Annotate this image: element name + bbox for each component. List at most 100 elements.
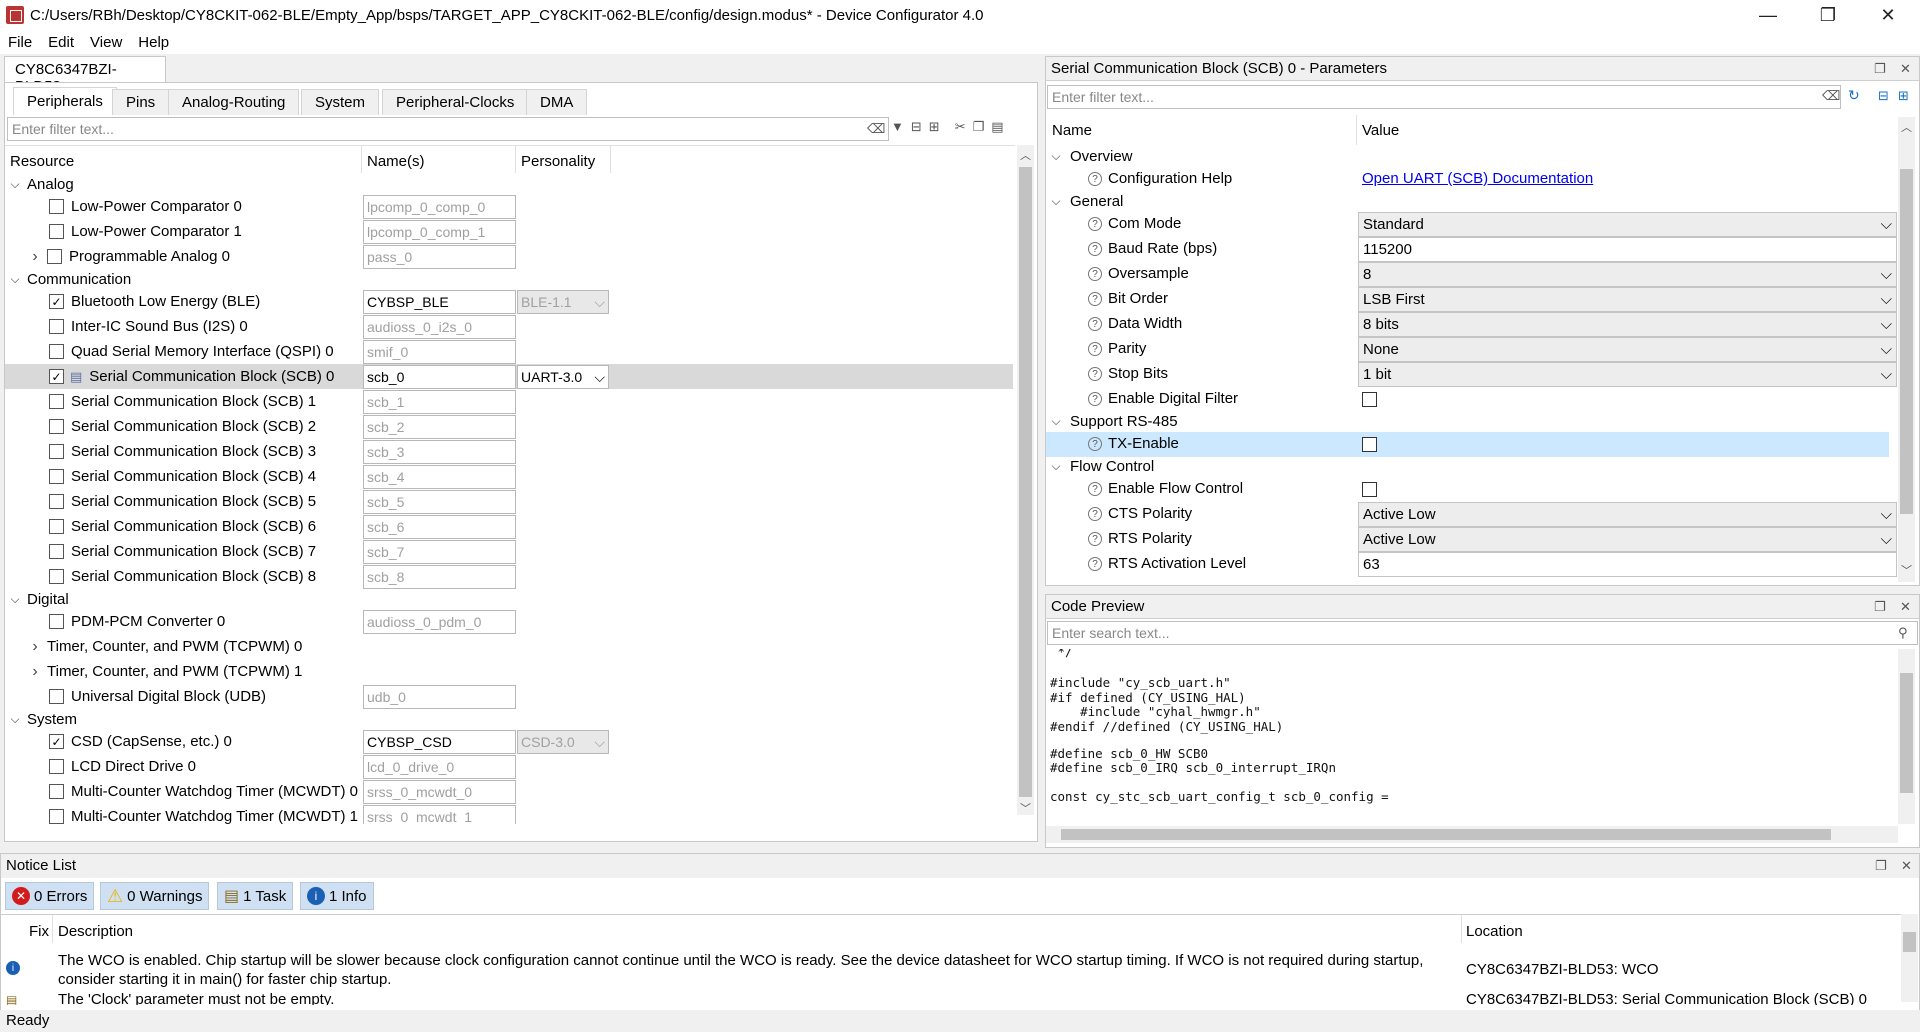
errors-filter-button[interactable]: ✕ 0 Errors — [5, 882, 95, 910]
tree-item[interactable]: Multi-Counter Watchdog Timer (MCWDT) 0 sr… — [5, 779, 1013, 804]
enable-checkbox[interactable]: ✓ — [49, 734, 64, 749]
param-row[interactable]: ? Parity None ⌵ — [1046, 337, 1897, 362]
instance-name-field[interactable]: scb_6 — [363, 514, 516, 539]
param-select[interactable]: 1 bit ⌵ — [1358, 362, 1897, 387]
instance-name-field[interactable]: scb_0 — [363, 364, 516, 389]
refresh-icon[interactable]: ↻ — [1848, 87, 1860, 104]
tree-item[interactable]: › Timer, Counter, and PWM (TCPWM) 1 — [5, 659, 1013, 684]
resource-filter-input[interactable]: Enter filter text... — [7, 117, 889, 141]
help-icon[interactable]: ? — [1088, 172, 1102, 187]
enable-checkbox[interactable] — [49, 689, 64, 704]
help-icon[interactable]: ? — [1088, 437, 1102, 452]
help-icon[interactable]: ? — [1088, 507, 1102, 522]
instance-name-field[interactable]: scb_8 — [363, 564, 516, 589]
tree-group[interactable]: ⌵ Analog — [5, 174, 1013, 194]
col-location[interactable]: Location — [1466, 923, 1523, 940]
help-icon[interactable]: ? — [1088, 242, 1102, 257]
instance-name-field[interactable]: smif_0 — [363, 339, 516, 364]
tree-item[interactable]: Serial Communication Block (SCB) 4 scb_4 — [5, 464, 1013, 489]
instance-name-field[interactable]: scb_1 — [363, 389, 516, 414]
tree-item[interactable]: Universal Digital Block (UDB) udb_0 — [5, 684, 1013, 709]
menu-file[interactable]: File — [0, 34, 40, 51]
tab-pins[interactable]: Pins — [112, 89, 170, 115]
chevron-down-icon[interactable]: ⌵ — [9, 272, 21, 287]
close-button[interactable]: ✕ — [1858, 0, 1918, 30]
enable-checkbox[interactable] — [49, 344, 64, 359]
param-row[interactable]: ? RTS Activation Level 63 — [1046, 552, 1897, 577]
enable-checkbox[interactable] — [49, 614, 64, 629]
instance-name-field[interactable]: udb_0 — [363, 684, 516, 709]
tree-item[interactable]: Serial Communication Block (SCB) 7 scb_7 — [5, 539, 1013, 564]
tree-item[interactable]: ✓ Bluetooth Low Energy (BLE) CYBSP_BLE BLE-… — [5, 289, 1013, 314]
enable-checkbox[interactable] — [49, 784, 64, 799]
params-scrollbar[interactable]: ︿ ﹀ — [1898, 117, 1915, 582]
help-icon[interactable]: ? — [1088, 367, 1102, 382]
clear-params-filter-icon[interactable]: ⌫ — [1822, 88, 1840, 104]
code-search-input[interactable]: Enter search text... — [1047, 621, 1918, 645]
notice-row[interactable]: ▤ The 'Clock' parameter must not be empt… — [3, 991, 1898, 1005]
param-input[interactable]: 115200 — [1358, 237, 1897, 262]
personality-select[interactable]: BLE-1.1 ⌵ — [517, 289, 609, 314]
instance-name-field[interactable]: CYBSP_CSD — [363, 729, 516, 754]
tree-group[interactable]: ⌵ Communication — [5, 269, 1013, 289]
col-param-value[interactable]: Value — [1362, 122, 1399, 139]
param-checkbox[interactable] — [1362, 437, 1377, 452]
param-row[interactable]: ? Oversample 8 ⌵ — [1046, 262, 1897, 287]
enable-checkbox[interactable] — [49, 519, 64, 534]
param-row[interactable]: ? Configuration Help Open UART (SCB) Docum… — [1046, 167, 1889, 192]
collapse-params-icon[interactable]: ⊟ — [1878, 88, 1889, 104]
chevron-down-icon[interactable]: ⌵ — [1050, 459, 1062, 474]
restore-panel-icon[interactable]: ❐ — [1874, 61, 1886, 77]
param-row[interactable]: ? Enable Flow Control — [1046, 477, 1889, 502]
tree-item[interactable]: LCD Direct Drive 0 lcd_0_drive_0 — [5, 754, 1013, 779]
param-checkbox[interactable] — [1362, 482, 1377, 497]
enable-checkbox[interactable] — [49, 759, 64, 774]
param-select[interactable]: 8 bits ⌵ — [1358, 312, 1897, 337]
enable-checkbox[interactable] — [47, 249, 62, 264]
param-select[interactable]: None ⌵ — [1358, 337, 1897, 362]
personality-select[interactable]: CSD-3.0 ⌵ — [517, 729, 609, 754]
restore-code-icon[interactable]: ❐ — [1874, 599, 1886, 615]
tree-item[interactable]: Inter-IC Sound Bus (I2S) 0 audioss_0_i2s_… — [5, 314, 1013, 339]
collapse-all-icon[interactable]: ⊟ — [911, 119, 922, 135]
col-names[interactable]: Name(s) — [367, 153, 425, 170]
warnings-filter-button[interactable]: ⚠ 0 Warnings — [100, 882, 210, 910]
enable-checkbox[interactable] — [49, 319, 64, 334]
enable-checkbox[interactable] — [49, 419, 64, 434]
col-fix[interactable]: Fix — [29, 923, 49, 940]
tree-item[interactable]: Serial Communication Block (SCB) 6 scb_6 — [5, 514, 1013, 539]
enable-checkbox[interactable] — [49, 199, 64, 214]
tree-item[interactable]: Serial Communication Block (SCB) 3 scb_3 — [5, 439, 1013, 464]
col-param-name[interactable]: Name — [1052, 122, 1092, 139]
param-row[interactable]: ? CTS Polarity Active Low ⌵ — [1046, 502, 1897, 527]
info-filter-button[interactable]: i1 Info — [300, 882, 374, 910]
instance-name-field[interactable]: scb_3 — [363, 439, 516, 464]
expand-params-icon[interactable]: ⊞ — [1898, 88, 1909, 104]
instance-name-field[interactable]: srss_0_mcwdt_1 — [363, 804, 516, 824]
params-filter-input[interactable]: Enter filter text... — [1047, 85, 1841, 109]
param-select[interactable]: LSB First ⌵ — [1358, 287, 1897, 312]
tree-item[interactable]: Quad Serial Memory Interface (QSPI) 0 smi… — [5, 339, 1013, 364]
chevron-down-icon[interactable]: ⌵ — [9, 177, 21, 192]
tree-item[interactable]: Serial Communication Block (SCB) 1 scb_1 — [5, 389, 1013, 414]
instance-name-field[interactable]: audioss_0_pdm_0 — [363, 609, 516, 634]
enable-checkbox[interactable] — [49, 224, 64, 239]
param-row[interactable]: ? TX-Enable — [1046, 432, 1889, 457]
help-icon[interactable]: ? — [1088, 532, 1102, 547]
tab-analog-routing[interactable]: Analog-Routing — [168, 89, 300, 115]
maximize-button[interactable]: ❐ — [1798, 0, 1858, 30]
param-group[interactable]: ⌵ General — [1046, 192, 1889, 212]
param-group[interactable]: ⌵ Overview — [1046, 147, 1889, 167]
help-icon[interactable]: ? — [1088, 392, 1102, 407]
help-icon[interactable]: ? — [1088, 267, 1102, 282]
instance-name-field[interactable]: scb_5 — [363, 489, 516, 514]
menu-edit[interactable]: Edit — [40, 34, 82, 51]
code-vscrollbar[interactable] — [1898, 649, 1915, 824]
param-row[interactable]: ? Com Mode Standard ⌵ — [1046, 212, 1897, 237]
code-hscrollbar[interactable] — [1046, 826, 1898, 843]
restore-notice-icon[interactable]: ❐ — [1875, 858, 1887, 874]
tab-peripheral-clocks[interactable]: Peripheral-Clocks — [382, 89, 529, 115]
param-row[interactable]: ? RTS Polarity Active Low ⌵ — [1046, 527, 1897, 552]
device-tab[interactable]: CY8C6347BZI-BLD53 — [4, 56, 166, 95]
instance-name-field[interactable]: pass_0 — [363, 244, 516, 269]
